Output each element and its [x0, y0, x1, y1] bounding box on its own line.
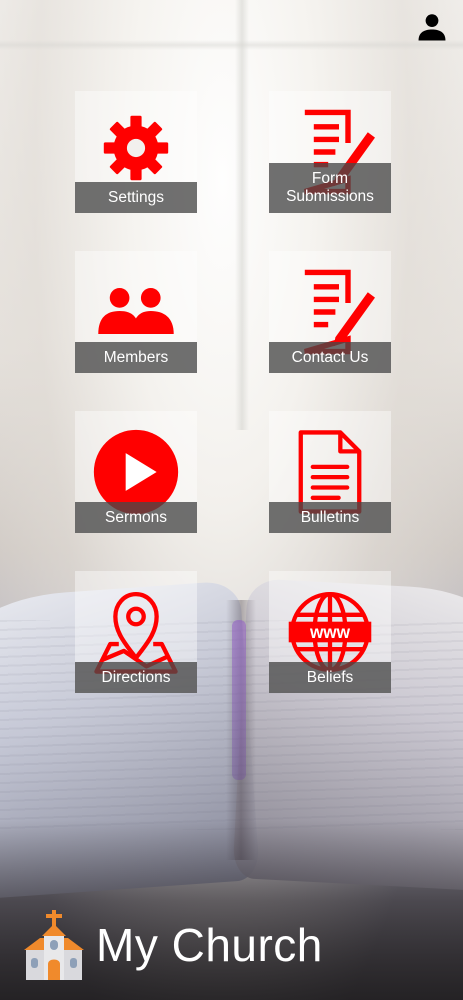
- tile-label: Settings: [75, 182, 197, 213]
- tile-label: Contact Us: [269, 342, 391, 373]
- tile-label: Bulletins: [269, 502, 391, 533]
- profile-button[interactable]: [415, 10, 449, 44]
- tile-label: Members: [75, 342, 197, 373]
- tile-label: Sermons: [75, 502, 197, 533]
- person-icon: [418, 14, 446, 41]
- tile-form-submissions[interactable]: Form Submissions: [269, 91, 391, 213]
- app-branding: My Church: [22, 906, 323, 984]
- tile-members[interactable]: Members: [75, 251, 197, 373]
- svg-text:www: www: [309, 622, 351, 642]
- tile-label: Form Submissions: [269, 163, 391, 213]
- app-name: My Church: [96, 919, 323, 971]
- tile-sermons[interactable]: Sermons: [75, 411, 197, 533]
- tile-settings[interactable]: Settings: [75, 91, 197, 213]
- tile-bulletins[interactable]: Bulletins: [269, 411, 391, 533]
- tile-directions[interactable]: Directions: [75, 571, 197, 693]
- background-image: [0, 0, 463, 1000]
- tile-beliefs[interactable]: www Beliefs: [269, 571, 391, 693]
- church-icon: [24, 910, 84, 980]
- tile-contact-us[interactable]: Contact Us: [269, 251, 391, 373]
- tile-label: Beliefs: [269, 662, 391, 693]
- tile-label: Directions: [75, 662, 197, 693]
